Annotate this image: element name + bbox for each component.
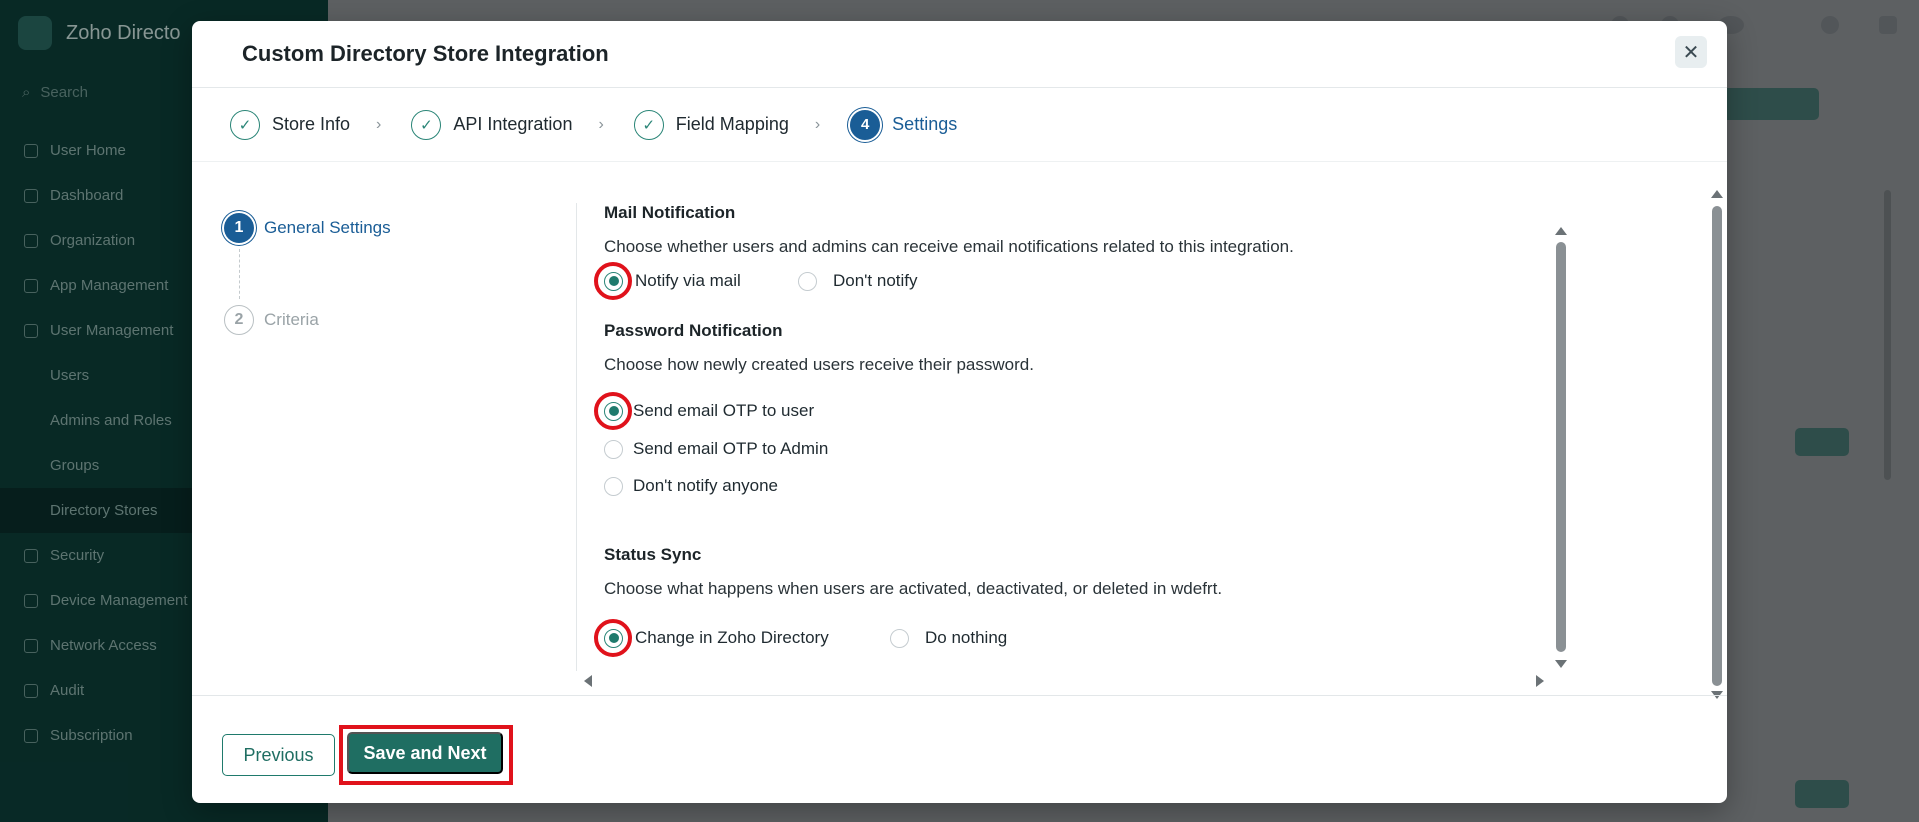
password-notification-section: Password Notification Choose how newly c… <box>604 321 1034 375</box>
modal-footer: Previous Save and Next <box>192 695 1727 803</box>
check-icon: ✓ <box>411 109 442 140</box>
radio-button[interactable] <box>890 628 909 648</box>
close-icon: ✕ <box>1682 41 1700 64</box>
radio-button[interactable] <box>604 476 623 496</box>
radio-send-otp-user[interactable]: Send email OTP to user <box>594 392 814 430</box>
radio-button[interactable] <box>604 439 623 459</box>
radio-button[interactable] <box>798 271 817 291</box>
modal-body: 1 General Settings 2 Criteria Mail Notif… <box>192 163 1727 699</box>
step-label: Settings <box>892 114 958 134</box>
step-settings[interactable]: 4 Settings <box>850 109 958 140</box>
substep-criteria[interactable]: 2 Criteria <box>224 305 391 335</box>
substep-number: 2 <box>224 305 254 335</box>
chevron-right-icon: › <box>376 115 382 133</box>
wizard-stepper: ✓ Store Info › ✓ API Integration › ✓ Fie… <box>192 88 1727 162</box>
check-icon: ✓ <box>230 109 260 140</box>
settings-content: Mail Notification Choose whether users a… <box>576 203 1552 671</box>
integration-modal: Custom Directory Store Integration ✕ ✓ S… <box>192 21 1727 803</box>
inner-vertical-scrollbar[interactable] <box>1556 242 1566 652</box>
step-label: API Integration <box>453 114 573 134</box>
step-store-info[interactable]: ✓ Store Info <box>230 109 351 140</box>
section-description: Choose what happens when users are activ… <box>604 579 1223 598</box>
substep-label: Criteria <box>264 310 319 329</box>
scroll-right-arrow-icon[interactable] <box>1536 675 1544 687</box>
highlight-ring <box>594 619 632 657</box>
step-field-mapping[interactable]: ✓ Field Mapping <box>633 109 789 140</box>
section-title: Password Notification <box>604 321 783 340</box>
radio-send-otp-admin[interactable]: Send email OTP to Admin <box>604 439 828 459</box>
step-label: Field Mapping <box>675 114 789 134</box>
substep-nav: 1 General Settings 2 Criteria <box>224 213 391 335</box>
section-title: Status Sync <box>604 545 702 564</box>
scroll-left-arrow-icon[interactable] <box>584 675 592 687</box>
highlight-ring <box>594 262 632 300</box>
radio-dont-notify-anyone[interactable]: Don't notify anyone <box>604 476 778 496</box>
step-number: 4 <box>850 109 881 140</box>
step-api-integration[interactable]: ✓ API Integration <box>411 109 573 140</box>
status-sync-section: Status Sync Choose what happens when use… <box>604 545 1222 599</box>
radio-dont-notify[interactable]: Don't notify <box>798 271 918 291</box>
chevron-right-icon: › <box>814 115 821 133</box>
previous-button[interactable]: Previous <box>222 734 335 776</box>
outer-vertical-scrollbar[interactable] <box>1712 206 1722 686</box>
outer-scroll-up-arrow-icon[interactable] <box>1711 190 1723 198</box>
mail-notification-section: Mail Notification Choose whether users a… <box>604 203 1294 257</box>
section-description: Choose whether users and admins can rece… <box>604 237 1294 256</box>
section-description: Choose how newly created users receive t… <box>604 355 1034 374</box>
substep-general-settings[interactable]: 1 General Settings <box>224 213 391 243</box>
check-icon: ✓ <box>633 109 664 140</box>
scroll-down-arrow-icon[interactable] <box>1555 660 1567 668</box>
scroll-up-arrow-icon[interactable] <box>1555 227 1567 235</box>
radio-notify-via-mail[interactable]: Notify via mail <box>594 262 741 300</box>
modal-title: Custom Directory Store Integration <box>242 41 609 66</box>
close-button[interactable]: ✕ <box>1675 36 1707 68</box>
substep-number: 1 <box>224 213 254 243</box>
radio-do-nothing[interactable]: Do nothing <box>890 628 1007 648</box>
modal-header: Custom Directory Store Integration ✕ <box>192 21 1727 88</box>
substep-connector <box>239 249 240 299</box>
step-label: Store Info <box>272 114 351 134</box>
chevron-right-icon: › <box>598 115 604 133</box>
radio-change-in-zoho[interactable]: Change in Zoho Directory <box>594 619 829 657</box>
section-title: Mail Notification <box>604 203 736 222</box>
save-and-next-button[interactable]: Save and Next <box>347 732 503 774</box>
substep-label: General Settings <box>264 218 391 237</box>
highlight-ring <box>594 392 632 430</box>
